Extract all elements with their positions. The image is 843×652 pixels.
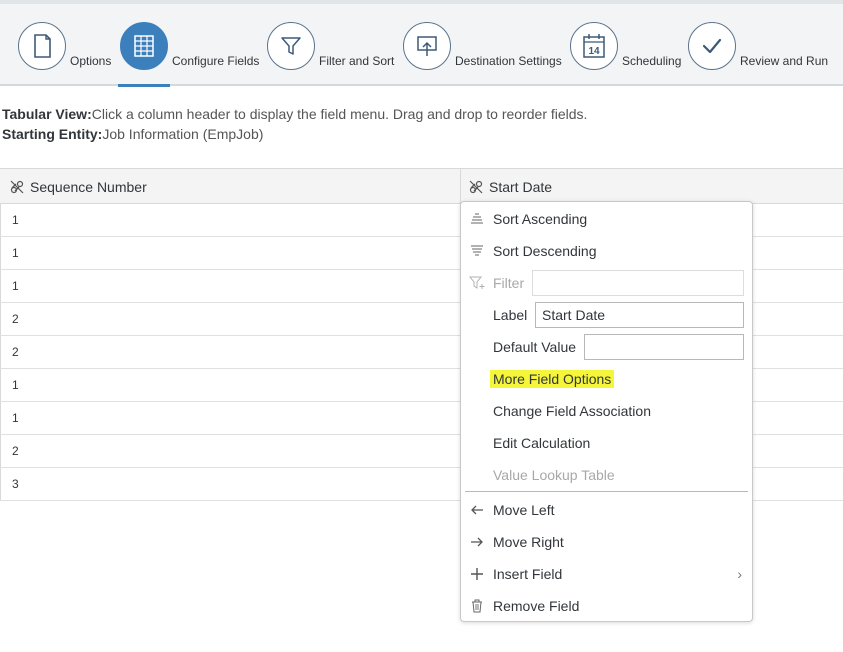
tabular-view-label: Tabular View:	[2, 106, 92, 122]
unlink-icon	[10, 180, 24, 194]
menu-item-move-right[interactable]: Move Right	[461, 526, 752, 558]
sort-descending-icon	[469, 243, 485, 259]
trash-icon	[469, 598, 485, 614]
menu-item-insert-field[interactable]: Insert Field ›	[461, 558, 752, 590]
active-step-indicator	[118, 84, 170, 87]
sequence-number-cell: 2	[12, 312, 19, 326]
menu-item-label: Value Lookup Table	[493, 467, 615, 483]
wizard-step-label: Configure Fields	[172, 54, 260, 68]
wizard-step-label: Filter and Sort	[319, 54, 395, 68]
menu-item-label: Move Left	[493, 502, 555, 518]
filter-input	[532, 270, 744, 296]
column-divider	[460, 169, 461, 204]
wizard-step-label: Options	[70, 54, 112, 68]
calendar-icon: 14	[570, 22, 618, 70]
column-header-label: Sequence Number	[30, 178, 147, 195]
menu-item-remove-field[interactable]: Remove Field	[461, 590, 752, 622]
sequence-number-cell: 2	[12, 444, 19, 458]
plus-icon	[469, 566, 485, 582]
menu-item-move-left[interactable]: Move Left	[461, 494, 752, 526]
svg-text:14: 14	[588, 46, 600, 57]
info-text: Tabular View:Click a column header to di…	[2, 104, 587, 144]
arrow-left-icon	[469, 502, 485, 518]
column-header-start-date[interactable]: Start Date	[469, 169, 552, 204]
sequence-number-cell: 1	[12, 411, 19, 425]
sequence-number-cell: 3	[12, 477, 19, 491]
menu-item-label: Filter	[493, 275, 525, 291]
menu-item-more-field-options[interactable]: More Field Options	[461, 363, 752, 395]
menu-item-change-field-association[interactable]: Change Field Association	[461, 395, 752, 427]
menu-item-label: Default Value	[493, 339, 577, 355]
menu-item-label: Remove Field	[493, 598, 580, 614]
wizard-bar: Options Configure Fields Filter and Sort	[0, 0, 843, 87]
menu-item-label: Sort Ascending	[493, 211, 588, 227]
menu-item-label: Label	[493, 307, 528, 323]
default-value-input[interactable]	[584, 334, 744, 360]
menu-item-sort-ascending[interactable]: Sort Ascending	[461, 203, 752, 235]
menu-item-default-value: Default Value	[461, 331, 752, 363]
sequence-number-cell: 1	[12, 213, 19, 227]
menu-item-edit-calculation[interactable]: Edit Calculation	[461, 427, 752, 459]
unlink-icon	[469, 180, 483, 194]
menu-item-label: Sort Descending	[493, 243, 597, 259]
menu-item-label: Edit Calculation	[493, 435, 591, 451]
label-input[interactable]	[535, 302, 744, 328]
menu-item-label: Insert Field	[493, 566, 563, 582]
menu-item-label-field: Label	[461, 299, 752, 331]
arrow-right-icon	[469, 534, 485, 550]
checkmark-icon	[688, 22, 736, 70]
wizard-step-label: Scheduling	[622, 54, 682, 68]
tabular-view-text: Click a column header to display the fie…	[91, 106, 588, 122]
funnel-icon	[267, 22, 315, 70]
menu-item-label: More Field Options	[490, 370, 615, 388]
menu-item-label: Move Right	[493, 534, 564, 550]
sequence-number-cell: 2	[12, 345, 19, 359]
wizard-step-label: Review and Run	[740, 54, 829, 68]
menu-item-label: Change Field Association	[493, 403, 651, 419]
menu-item-filter: Filter	[461, 267, 752, 299]
sort-ascending-icon	[469, 211, 485, 227]
sequence-number-cell: 1	[12, 246, 19, 260]
column-header-label: Start Date	[489, 178, 553, 195]
table-header: Sequence Number Start Date	[0, 169, 843, 204]
document-icon	[18, 22, 66, 70]
starting-entity-label: Starting Entity:	[2, 126, 103, 142]
field-context-menu: Sort Ascending Sort Descending Filter La…	[460, 201, 753, 622]
starting-entity-text: Job Information (EmpJob)	[102, 126, 264, 142]
menu-divider	[465, 491, 748, 492]
upload-icon	[403, 22, 451, 70]
menu-item-value-lookup-table: Value Lookup Table	[461, 459, 752, 491]
sequence-number-cell: 1	[12, 279, 19, 293]
chevron-right-icon: ›	[737, 566, 742, 582]
menu-item-sort-descending[interactable]: Sort Descending	[461, 235, 752, 267]
column-header-sequence-number[interactable]: Sequence Number	[10, 169, 147, 204]
wizard-step-label: Destination Settings	[455, 54, 562, 68]
filter-add-icon	[469, 275, 485, 291]
sequence-number-cell: 1	[12, 378, 19, 392]
grid-icon	[120, 22, 168, 70]
